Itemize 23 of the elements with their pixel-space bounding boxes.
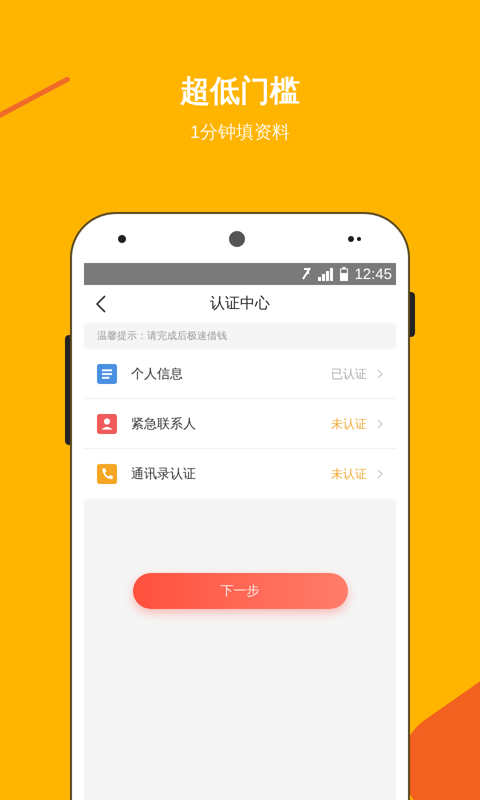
sensor-icon <box>118 234 126 242</box>
camera-icon <box>229 230 245 246</box>
status-time: 12:45 <box>354 266 392 282</box>
item-status: 已认证 <box>331 366 367 382</box>
battery-icon <box>340 267 348 281</box>
list-item[interactable]: 个人信息 已认证 <box>84 349 396 399</box>
item-status: 未认证 <box>331 466 367 483</box>
signal-icon <box>318 268 334 280</box>
notice-text: 温馨提示：请完成后极速借钱 <box>97 330 227 344</box>
chevron-icon <box>377 469 383 479</box>
chevron-icon <box>377 368 383 378</box>
list-item[interactable]: 通讯录认证 未认证 <box>84 449 396 499</box>
sensor-icon <box>348 236 362 242</box>
item-label: 紧急联系人 <box>131 414 197 433</box>
back-icon[interactable] <box>96 295 106 313</box>
headline: 超低门槛 <box>180 74 300 110</box>
page-title: 认证中心 <box>210 294 270 314</box>
subheadline: 1分钟填资料 <box>190 121 290 144</box>
chevron-icon <box>377 418 383 428</box>
item-label: 个人信息 <box>131 364 184 383</box>
list-item[interactable]: 紧急联系人 未认证 <box>84 399 396 449</box>
item-label: 通讯录认证 <box>131 465 197 484</box>
item-status: 未认证 <box>331 416 367 432</box>
